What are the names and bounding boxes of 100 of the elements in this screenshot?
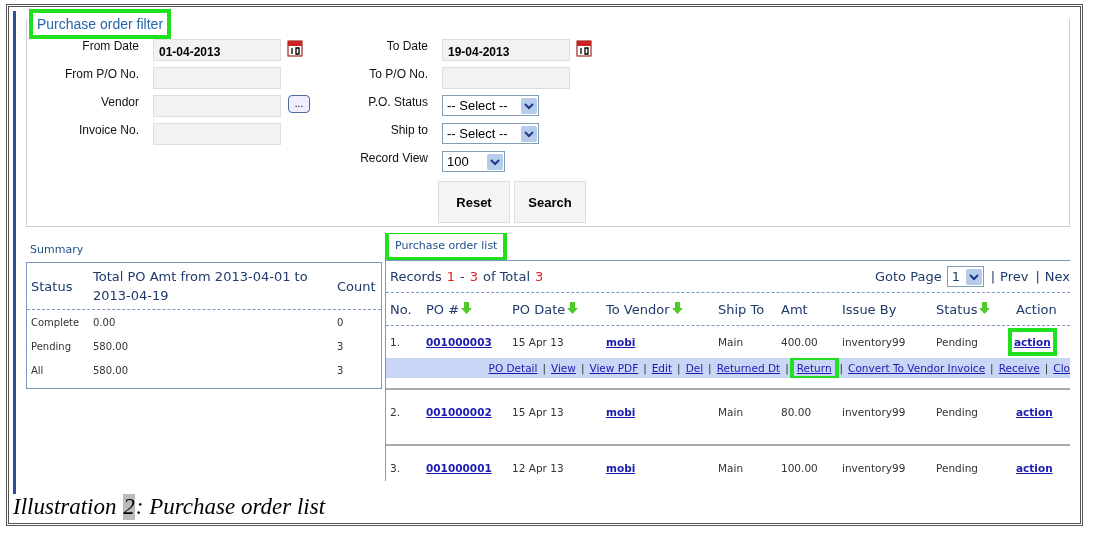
page-dropdown[interactable]: 1 xyxy=(946,266,984,287)
table-cell-text: 15 Apr 13 xyxy=(512,406,565,418)
menu-link[interactable]: View xyxy=(551,362,576,374)
column-header[interactable]: To Vendor xyxy=(606,301,718,317)
field-label: Invoice No. xyxy=(77,123,140,137)
input-field[interactable] xyxy=(153,95,281,117)
dropdown[interactable]: 100 xyxy=(442,151,505,172)
column-header: No. xyxy=(390,301,413,317)
po-number-link[interactable]: 001000003 xyxy=(426,336,492,348)
caption-text: : Purchase order list xyxy=(135,494,326,520)
column-header: Action xyxy=(1016,301,1058,317)
dropdown[interactable]: -- Select -- xyxy=(442,123,539,144)
table-cell-text: 100.00 xyxy=(781,462,819,474)
dropdown-caret-icon xyxy=(965,268,982,285)
table-cell-text: 0.00 xyxy=(92,316,117,328)
input-field[interactable] xyxy=(442,67,570,89)
calendar-icon[interactable] xyxy=(287,39,303,57)
table-cell-text: 80.00 xyxy=(781,406,813,418)
separator: | xyxy=(1035,269,1040,284)
table-cell-text: 2. xyxy=(390,406,402,418)
separator: | xyxy=(677,362,681,374)
table-cell-text: 0 xyxy=(336,316,345,328)
column-header: Total PO Amt from 2013-04-01 to 2013-04-19 xyxy=(92,268,309,305)
table-cell-text: 15 Apr 13 xyxy=(512,336,565,348)
input-field[interactable] xyxy=(153,67,281,89)
table-cell-text: Pending xyxy=(936,406,979,418)
column-header: Ship To xyxy=(718,301,766,317)
separator: | xyxy=(643,362,647,374)
table-cell-text: Pending xyxy=(936,336,979,348)
menu-link[interactable]: Edit xyxy=(651,362,673,374)
field-label: Record View xyxy=(359,151,429,165)
field-label: To P/O No. xyxy=(368,67,429,81)
menu-link[interactable]: Receive xyxy=(998,362,1040,374)
dropdown-caret-icon xyxy=(521,97,537,114)
separator: | xyxy=(542,362,546,374)
separator: | xyxy=(990,269,996,284)
table-cell-text: 580.00 xyxy=(92,364,129,376)
vendor-link[interactable]: mobi xyxy=(606,336,636,348)
pager-link[interactable]: Prev xyxy=(1000,269,1029,284)
vendor-link[interactable]: mobi xyxy=(606,406,636,418)
calendar-icon[interactable] xyxy=(576,39,592,57)
po-number-link[interactable]: 001000002 xyxy=(426,406,492,418)
separator: | xyxy=(839,362,844,374)
table-cell-text: Complete xyxy=(30,316,81,328)
date-field[interactable]: 19-04-2013 xyxy=(442,39,570,61)
menu-link[interactable]: Returned Dt xyxy=(716,362,781,374)
separator: | xyxy=(1044,362,1049,374)
table-cell-text: inventory99 xyxy=(842,336,907,348)
sort-arrow-icon[interactable] xyxy=(567,301,579,314)
column-header[interactable]: PO # xyxy=(426,301,512,317)
menu-link[interactable]: Del xyxy=(685,362,704,374)
sort-arrow-icon[interactable] xyxy=(979,301,991,314)
table-cell-text: 12 Apr 13 xyxy=(512,462,565,474)
sort-arrow-icon[interactable] xyxy=(671,301,683,314)
table-cell-text: Main xyxy=(718,462,745,474)
column-header[interactable]: PO Date xyxy=(512,301,606,317)
figure-number: 2 xyxy=(123,494,135,520)
dropdown-caret-icon xyxy=(521,125,537,142)
column-header: Issue By xyxy=(842,301,898,317)
input-field[interactable] xyxy=(153,123,281,145)
range-dash: - xyxy=(460,269,465,284)
pager-link[interactable]: Nex xyxy=(1044,269,1070,284)
field-label: From P/O No. xyxy=(64,67,140,81)
menu-link[interactable]: View PDF xyxy=(589,362,639,374)
table-cell-text: All xyxy=(30,364,45,376)
vendor-link[interactable]: mobi xyxy=(606,462,636,474)
table-cell-text: Main xyxy=(718,336,745,348)
action-link[interactable]: action xyxy=(1016,462,1053,474)
sort-arrow-icon[interactable] xyxy=(461,301,473,314)
menu-link[interactable]: Clo xyxy=(1053,362,1070,374)
table-cell-text: 3 xyxy=(336,340,345,352)
column-header: Status xyxy=(30,277,74,296)
search-button[interactable]: Search xyxy=(514,181,586,223)
section-title: Purchase order list xyxy=(385,233,508,261)
menu-link[interactable]: Convert To Vendor Invoice xyxy=(848,362,986,374)
column-header[interactable]: Status xyxy=(936,301,1016,317)
goto-page-label: Goto Page xyxy=(874,269,942,284)
records-label: of Total xyxy=(482,269,530,284)
dropdown-caret-icon xyxy=(487,153,503,170)
table-cell-text: inventory99 xyxy=(842,462,907,474)
column-header: Amt xyxy=(781,301,809,317)
field-label: Vendor xyxy=(99,95,140,109)
separator: | xyxy=(990,362,994,374)
separator: | xyxy=(785,362,789,374)
table-cell-text: 3. xyxy=(390,462,402,474)
field-label: P.O. Status xyxy=(367,95,429,109)
table-cell-text: inventory99 xyxy=(842,406,907,418)
table-cell-text: Pending xyxy=(30,340,72,352)
dropdown[interactable]: -- Select -- xyxy=(442,95,539,116)
section-title: Purchase order filter xyxy=(29,9,172,39)
browse-button[interactable]: ... xyxy=(288,95,310,113)
menu-link[interactable]: PO Detail xyxy=(488,362,538,374)
column-header: Count xyxy=(336,277,377,296)
po-number-link[interactable]: 001000001 xyxy=(426,462,492,474)
date-field[interactable]: 01-04-2013 xyxy=(153,39,281,61)
reset-button[interactable]: Reset xyxy=(438,181,510,223)
field-label: From Date xyxy=(81,39,140,53)
record-count: 3 xyxy=(469,269,478,284)
table-cell-text: 400.00 xyxy=(781,336,819,348)
action-link[interactable]: action xyxy=(1016,406,1053,418)
